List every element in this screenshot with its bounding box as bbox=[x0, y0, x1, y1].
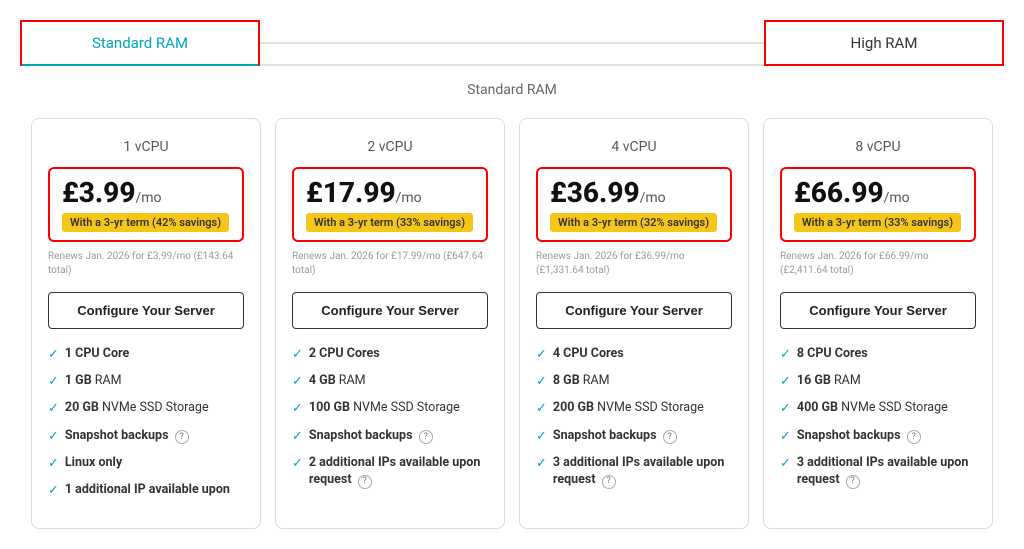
check-icon: ✓ bbox=[48, 373, 59, 391]
per-month: /mo bbox=[884, 190, 910, 206]
configure-button[interactable]: Configure Your Server bbox=[536, 292, 732, 329]
vcpu-label: 1 vCPU bbox=[48, 139, 244, 155]
savings-badge: With a 3-yr term (33% savings) bbox=[306, 213, 473, 232]
check-icon: ✓ bbox=[48, 346, 59, 364]
tab-standard-ram[interactable]: Standard RAM bbox=[20, 20, 260, 66]
plan-card-3: 8 vCPU £66.99/mo With a 3-yr term (33% s… bbox=[763, 118, 993, 529]
price-box: £3.99/mo With a 3-yr term (42% savings) bbox=[48, 167, 244, 242]
feature-list: ✓ 4 CPU Cores ✓ 8 GB RAM ✓ 200 GB NVMe S… bbox=[536, 345, 732, 489]
renews-text: Renews Jan. 2026 for £17.99/mo (£647.64 … bbox=[292, 250, 488, 278]
per-month: /mo bbox=[135, 190, 161, 206]
feature-item: ✓ 2 additional IPs available upon reques… bbox=[292, 454, 488, 489]
price-box: £36.99/mo With a 3-yr term (32% savings) bbox=[536, 167, 732, 242]
renews-text: Renews Jan. 2026 for £66.99/mo (£2,411.6… bbox=[780, 250, 976, 278]
feature-item: ✓ 100 GB NVMe SSD Storage bbox=[292, 399, 488, 418]
feature-item: ✓ 1 CPU Core bbox=[48, 345, 244, 364]
help-icon[interactable]: ? bbox=[175, 430, 189, 444]
per-month: /mo bbox=[640, 190, 666, 206]
help-icon[interactable]: ? bbox=[602, 475, 616, 489]
feature-list: ✓ 1 CPU Core ✓ 1 GB RAM ✓ 20 GB NVMe SSD… bbox=[48, 345, 244, 500]
help-icon[interactable]: ? bbox=[663, 430, 677, 444]
help-icon[interactable]: ? bbox=[358, 475, 372, 489]
help-icon[interactable]: ? bbox=[419, 430, 433, 444]
check-icon: ✓ bbox=[780, 373, 791, 391]
price-main: £66.99/mo bbox=[794, 179, 962, 207]
plan-card-0: 1 vCPU £3.99/mo With a 3-yr term (42% sa… bbox=[31, 118, 261, 529]
feature-item: ✓ Snapshot backups ? bbox=[780, 427, 976, 446]
feature-list: ✓ 2 CPU Cores ✓ 4 GB RAM ✓ 100 GB NVMe S… bbox=[292, 345, 488, 489]
plan-card-2: 4 vCPU £36.99/mo With a 3-yr term (32% s… bbox=[519, 118, 749, 529]
plan-card-1: 2 vCPU £17.99/mo With a 3-yr term (33% s… bbox=[275, 118, 505, 529]
price-main: £17.99/mo bbox=[306, 179, 474, 207]
feature-item: ✓ 400 GB NVMe SSD Storage bbox=[780, 399, 976, 418]
configure-button[interactable]: Configure Your Server bbox=[292, 292, 488, 329]
feature-item: ✓ 8 GB RAM bbox=[536, 372, 732, 391]
feature-item: ✓ 4 CPU Cores bbox=[536, 345, 732, 364]
price-box: £66.99/mo With a 3-yr term (33% savings) bbox=[780, 167, 976, 242]
check-icon: ✓ bbox=[48, 428, 59, 446]
check-icon: ✓ bbox=[536, 346, 547, 364]
feature-item: ✓ 8 CPU Cores bbox=[780, 345, 976, 364]
check-icon: ✓ bbox=[292, 428, 303, 446]
check-icon: ✓ bbox=[780, 346, 791, 364]
check-icon: ✓ bbox=[48, 455, 59, 473]
feature-item: ✓ Snapshot backups ? bbox=[48, 427, 244, 446]
feature-item: ✓ Snapshot backups ? bbox=[536, 427, 732, 446]
check-icon: ✓ bbox=[780, 400, 791, 418]
feature-item: ✓ Linux only bbox=[48, 454, 244, 473]
check-icon: ✓ bbox=[292, 346, 303, 364]
vcpu-label: 4 vCPU bbox=[536, 139, 732, 155]
check-icon: ✓ bbox=[780, 428, 791, 446]
tab-standard-ram-label: Standard RAM bbox=[92, 34, 188, 52]
configure-button[interactable]: Configure Your Server bbox=[780, 292, 976, 329]
savings-badge: With a 3-yr term (33% savings) bbox=[794, 213, 961, 232]
plans-container: 1 vCPU £3.99/mo With a 3-yr term (42% sa… bbox=[20, 118, 1004, 529]
check-icon: ✓ bbox=[48, 482, 59, 500]
configure-button[interactable]: Configure Your Server bbox=[48, 292, 244, 329]
check-icon: ✓ bbox=[536, 455, 547, 473]
check-icon: ✓ bbox=[292, 455, 303, 473]
check-icon: ✓ bbox=[536, 428, 547, 446]
feature-item: ✓ 16 GB RAM bbox=[780, 372, 976, 391]
feature-item: ✓ 1 GB RAM bbox=[48, 372, 244, 391]
feature-list: ✓ 8 CPU Cores ✓ 16 GB RAM ✓ 400 GB NVMe … bbox=[780, 345, 976, 489]
tab-bar: Standard RAM High RAM bbox=[20, 20, 1004, 66]
check-icon: ✓ bbox=[48, 400, 59, 418]
renews-text: Renews Jan. 2026 for £36.99/mo (£1,331.6… bbox=[536, 250, 732, 278]
savings-badge: With a 3-yr term (42% savings) bbox=[62, 213, 229, 232]
tab-high-ram[interactable]: High RAM bbox=[764, 20, 1004, 66]
per-month: /mo bbox=[396, 190, 422, 206]
savings-badge: With a 3-yr term (32% savings) bbox=[550, 213, 717, 232]
feature-item: ✓ 1 additional IP available upon bbox=[48, 481, 244, 500]
help-icon[interactable]: ? bbox=[907, 430, 921, 444]
renews-text: Renews Jan. 2026 for £3.99/mo (£143.64 t… bbox=[48, 250, 244, 278]
check-icon: ✓ bbox=[536, 400, 547, 418]
price-main: £3.99/mo bbox=[62, 179, 230, 207]
feature-item: ✓ 3 additional IPs available upon reques… bbox=[536, 454, 732, 489]
price-box: £17.99/mo With a 3-yr term (33% savings) bbox=[292, 167, 488, 242]
feature-item: ✓ 4 GB RAM bbox=[292, 372, 488, 391]
vcpu-label: 8 vCPU bbox=[780, 139, 976, 155]
feature-item: ✓ Snapshot backups ? bbox=[292, 427, 488, 446]
feature-item: ✓ 2 CPU Cores bbox=[292, 345, 488, 364]
tab-high-ram-label: High RAM bbox=[851, 34, 918, 52]
check-icon: ✓ bbox=[292, 400, 303, 418]
feature-item: ✓ 20 GB NVMe SSD Storage bbox=[48, 399, 244, 418]
check-icon: ✓ bbox=[292, 373, 303, 391]
feature-item: ✓ 3 additional IPs available upon reques… bbox=[780, 454, 976, 489]
check-icon: ✓ bbox=[780, 455, 791, 473]
vcpu-label: 2 vCPU bbox=[292, 139, 488, 155]
price-main: £36.99/mo bbox=[550, 179, 718, 207]
check-icon: ✓ bbox=[536, 373, 547, 391]
section-label: Standard RAM bbox=[20, 82, 1004, 98]
feature-item: ✓ 200 GB NVMe SSD Storage bbox=[536, 399, 732, 418]
help-icon[interactable]: ? bbox=[846, 475, 860, 489]
